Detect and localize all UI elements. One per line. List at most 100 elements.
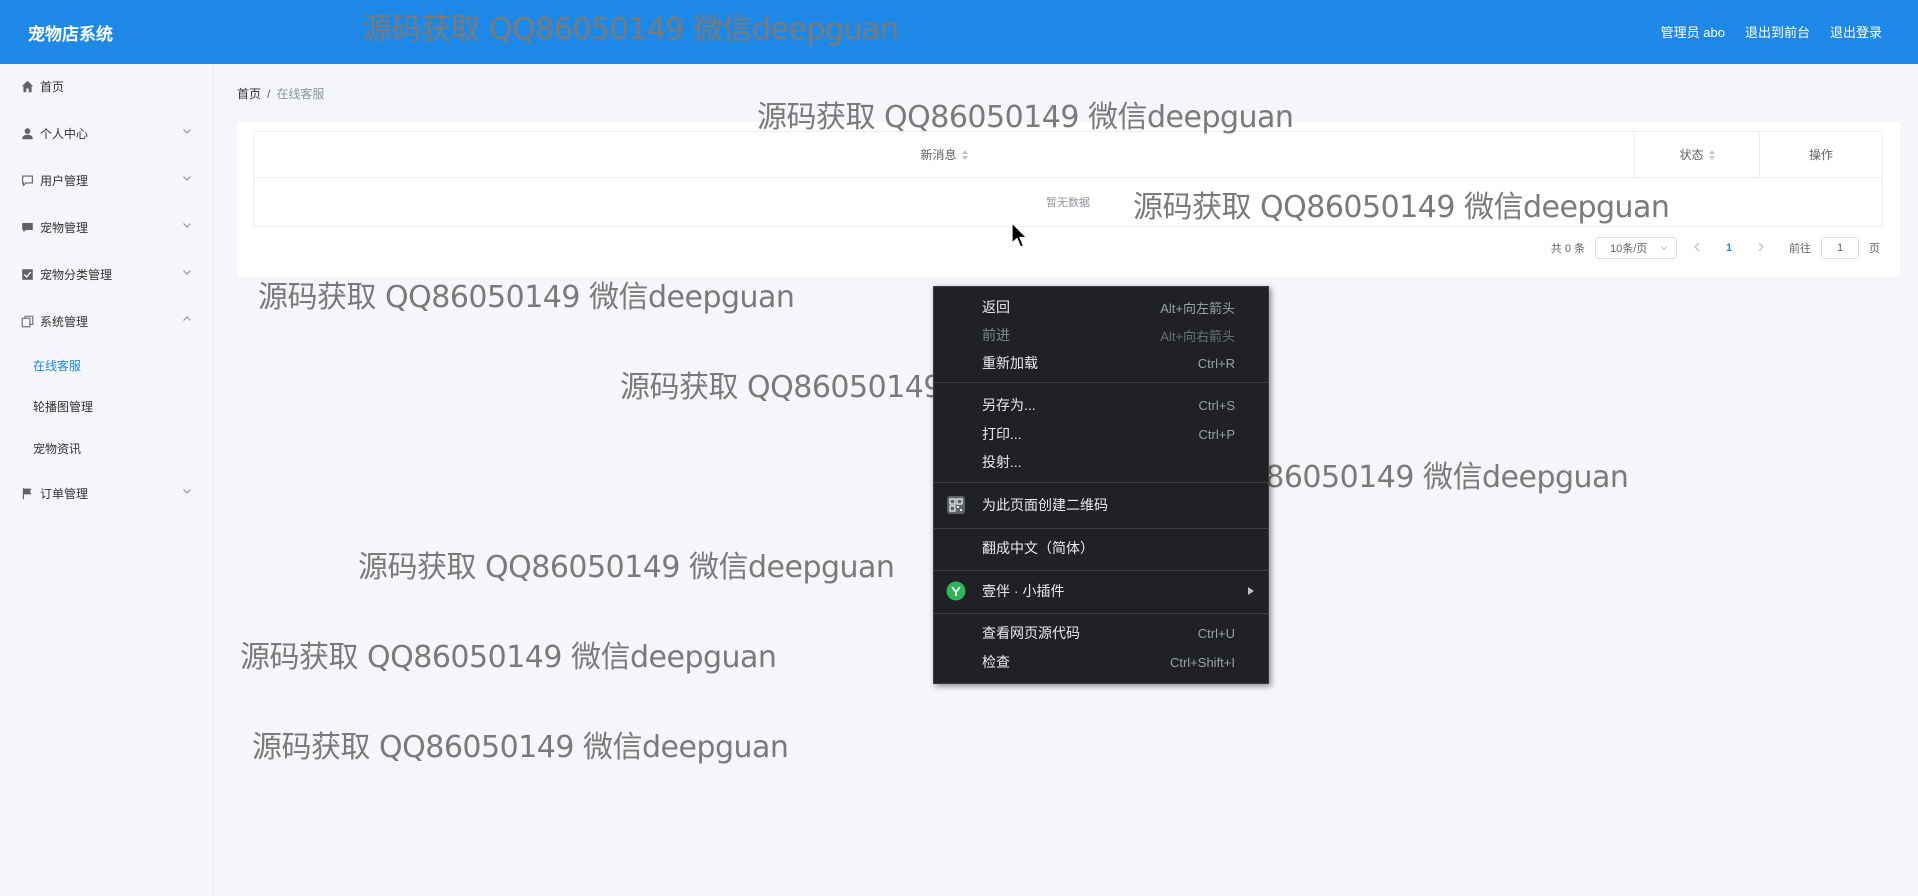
menu-item-print[interactable]: 打印... Ctrl+P: [934, 420, 1268, 448]
chevron-left-icon: [1694, 242, 1700, 251]
breadcrumb: 首页 / 在线客服: [237, 85, 324, 102]
menu-item-shortcut: Alt+向右箭头: [1160, 328, 1235, 344]
menu-item-label: 投射...: [982, 454, 1022, 470]
menu-item-shortcut: Ctrl+U: [1197, 625, 1235, 641]
watermark-text: 源码获取 QQ86050149 微信deepguan: [258, 280, 795, 315]
menu-divider: [934, 570, 1268, 571]
breadcrumb-home[interactable]: 首页: [237, 87, 261, 101]
menu-item-label: 重新加载: [982, 355, 1038, 371]
menu-item-forward[interactable]: 前进 Alt+向右箭头: [934, 321, 1268, 349]
sidebar-subitem-online-service[interactable]: 在线客服: [33, 357, 81, 374]
logout-link[interactable]: 退出登录: [1830, 22, 1882, 41]
sidebar-item-pet-categories[interactable]: 宠物分类管理: [0, 252, 214, 296]
page-size-select[interactable]: 10条/页: [1595, 237, 1677, 259]
pagination-total: 共 0 条: [1550, 243, 1585, 255]
page-size-value: 10条/页: [1610, 243, 1648, 255]
column-actions: 操作: [1760, 132, 1882, 177]
watermark-text: 源码获取 QQ86050149 微信deepguan: [252, 730, 789, 765]
watermark-text: 源码获取 QQ86050149 微信deepguan: [1133, 190, 1670, 225]
sidebar-item-label: 用户管理: [40, 173, 89, 188]
sidebar-item-pets[interactable]: 宠物管理: [0, 205, 214, 249]
message-icon: [20, 220, 34, 234]
column-new-message[interactable]: 新消息: [254, 132, 1635, 177]
menu-item-translate[interactable]: 翻成中文（简体）: [934, 534, 1268, 562]
menu-item-label: 前进: [982, 327, 1010, 343]
qr-code-icon: [947, 496, 965, 514]
home-icon: [20, 79, 34, 93]
column-label: 新消息: [920, 148, 957, 162]
top-header: 宠物店系统 管理员 abo 退出到前台 退出登录: [0, 0, 1918, 64]
check-square-icon: [20, 267, 34, 281]
menu-item-label: 打印...: [982, 426, 1022, 442]
breadcrumb-separator: /: [267, 87, 271, 101]
goto-label: 前往: [1789, 243, 1811, 255]
sidebar-item-system[interactable]: 系统管理: [0, 299, 214, 343]
empty-text: 暂无数据: [1046, 197, 1090, 209]
menu-divider: [934, 482, 1268, 483]
app-title: 宠物店系统: [28, 25, 113, 44]
sidebar-item-orders[interactable]: 订单管理: [0, 471, 214, 515]
sidebar-item-home[interactable]: 首页: [0, 64, 214, 108]
sidebar-item-profile[interactable]: 个人中心: [0, 111, 214, 155]
chat-icon: [20, 173, 34, 187]
header-links: 管理员 abo 退出到前台 退出登录: [1661, 22, 1882, 41]
submenu-arrow-icon: [1248, 587, 1254, 595]
back-to-frontend-link[interactable]: 退出到前台: [1745, 22, 1810, 41]
menu-item-cast[interactable]: 投射...: [934, 448, 1268, 476]
sidebar: 首页 个人中心 用户管理 宠物管理 宠物分类管理 系统管理 在线客服 轮播图管理…: [0, 64, 214, 896]
menu-divider: [934, 613, 1268, 614]
admin-user-label[interactable]: 管理员 abo: [1661, 22, 1725, 41]
pagination: 共 0 条 10条/页 1 前往 1 页: [1551, 237, 1880, 259]
sort-icon[interactable]: [961, 149, 968, 160]
sidebar-item-label: 首页: [40, 79, 65, 94]
column-label: 操作: [1808, 148, 1833, 162]
menu-item-label: 壹伴 · 小插件: [982, 583, 1065, 599]
goto-page-input[interactable]: 1: [1821, 237, 1859, 259]
menu-item-reload[interactable]: 重新加载 Ctrl+R: [934, 349, 1268, 377]
menu-item-label: 另存为...: [982, 397, 1036, 413]
chevron-down-icon: [1660, 246, 1668, 251]
column-label: 状态: [1679, 148, 1704, 162]
watermark-text: 源码获取 QQ86050149 微信deepguan: [240, 640, 777, 675]
chevron-down-icon: [183, 223, 191, 228]
watermark-text: 源码获取 QQ86050149 微信deepguan: [358, 550, 895, 585]
sidebar-subitem-carousel[interactable]: 轮播图管理: [33, 398, 93, 415]
chevron-down-icon: [183, 489, 191, 494]
column-status[interactable]: 状态: [1635, 132, 1760, 177]
menu-item-create-qr[interactable]: 为此页面创建二维码: [934, 491, 1268, 519]
sidebar-item-label: 宠物管理: [40, 220, 89, 235]
menu-item-label: 为此页面创建二维码: [982, 497, 1108, 513]
chevron-up-icon: [183, 316, 191, 321]
watermark-text: 源码获取 QQ86050149 微信deepguan: [757, 100, 1294, 135]
menu-item-shortcut: Alt+向左箭头: [1160, 300, 1235, 316]
chevron-down-icon: [183, 270, 191, 275]
user-icon: [20, 126, 34, 140]
menu-item-label: 检查: [982, 654, 1010, 670]
sidebar-subitem-pet-news[interactable]: 宠物资讯: [33, 440, 81, 457]
sidebar-item-users[interactable]: 用户管理: [0, 158, 214, 202]
chevron-down-icon: [183, 176, 191, 181]
yiban-plugin-icon: [946, 581, 966, 601]
next-page-button[interactable]: [1751, 242, 1771, 255]
menu-item-shortcut: Ctrl+S: [1198, 397, 1235, 413]
menu-item-inspect[interactable]: 检查 Ctrl+Shift+I: [934, 648, 1268, 676]
page-number[interactable]: 1: [1717, 242, 1741, 254]
prev-page-button[interactable]: [1687, 242, 1707, 255]
chevron-right-icon: [1758, 242, 1764, 251]
table-header: 新消息 状态 操作: [254, 132, 1882, 178]
menu-item-shortcut: Ctrl+Shift+I: [1169, 654, 1235, 670]
menu-item-shortcut: Ctrl+R: [1197, 355, 1235, 371]
chevron-down-icon: [183, 129, 191, 134]
menu-item-yiban-plugin[interactable]: 壹伴 · 小插件: [934, 577, 1268, 605]
copy-icon: [20, 314, 34, 328]
menu-item-save-as[interactable]: 另存为... Ctrl+S: [934, 391, 1268, 419]
menu-divider: [934, 382, 1268, 383]
menu-item-label: 返回: [982, 299, 1010, 315]
menu-item-label: 查看网页源代码: [982, 625, 1080, 641]
sidebar-item-label: 宠物分类管理: [40, 267, 113, 282]
sidebar-item-label: 订单管理: [40, 486, 89, 501]
menu-item-label: 翻成中文（简体）: [982, 540, 1094, 556]
menu-item-view-source[interactable]: 查看网页源代码 Ctrl+U: [934, 619, 1268, 647]
menu-item-back[interactable]: 返回 Alt+向左箭头: [934, 293, 1268, 321]
sort-icon[interactable]: [1708, 149, 1715, 160]
